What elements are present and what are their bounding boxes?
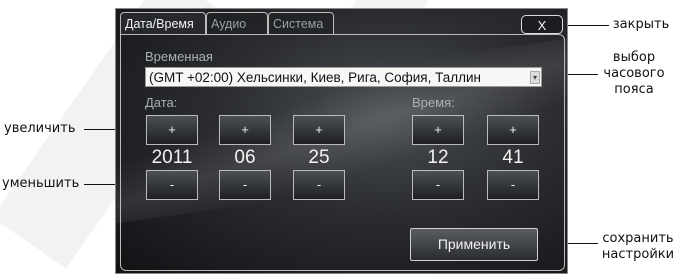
settings-screen: Дата/Время Аудио Система X Временная (GM… (115, 8, 568, 274)
month-decrement-button[interactable]: - (219, 170, 271, 200)
chevron-down-icon[interactable]: ▾ (530, 71, 540, 84)
hour-increment-button[interactable]: + (412, 115, 464, 145)
day-value: 25 (308, 147, 330, 168)
timezone-value: (GMT +02:00) Хельсинки, Киев, Рига, Софи… (149, 70, 481, 85)
hour-value: 12 (427, 147, 449, 168)
year-decrement-button[interactable]: - (146, 170, 198, 200)
annotation-increase: увеличить (4, 121, 76, 136)
day-decrement-button[interactable]: - (293, 170, 345, 200)
tab-audio[interactable]: Аудио (206, 12, 268, 34)
date-label: Дата: (145, 95, 178, 110)
minute-increment-button[interactable]: + (487, 115, 539, 145)
month-increment-button[interactable]: + (219, 115, 271, 145)
minute-value: 41 (502, 147, 524, 168)
hour-decrement-button[interactable]: - (412, 170, 464, 200)
time-label: Время: (412, 95, 455, 110)
month-value: 06 (234, 147, 256, 168)
annotation-close: закрыть (612, 17, 670, 32)
close-button[interactable]: X (521, 15, 563, 34)
tab-system[interactable]: Система (268, 12, 334, 34)
annotation-decrease: уменьшить (2, 176, 80, 191)
leader-line (563, 25, 609, 26)
year-increment-button[interactable]: + (146, 115, 198, 145)
annotation-save: сохранить настройки (601, 231, 675, 262)
tab-date-time[interactable]: Дата/Время (120, 12, 206, 34)
timezone-label: Временная (145, 49, 213, 64)
annotation-timezone-select: выбор часового пояса (603, 50, 665, 97)
year-value: 2011 (151, 147, 193, 168)
minute-decrement-button[interactable]: - (487, 170, 539, 200)
apply-button[interactable]: Применить (410, 228, 538, 261)
timezone-select[interactable]: (GMT +02:00) Хельсинки, Киев, Рига, Софи… (145, 67, 542, 87)
day-increment-button[interactable]: + (293, 115, 345, 145)
